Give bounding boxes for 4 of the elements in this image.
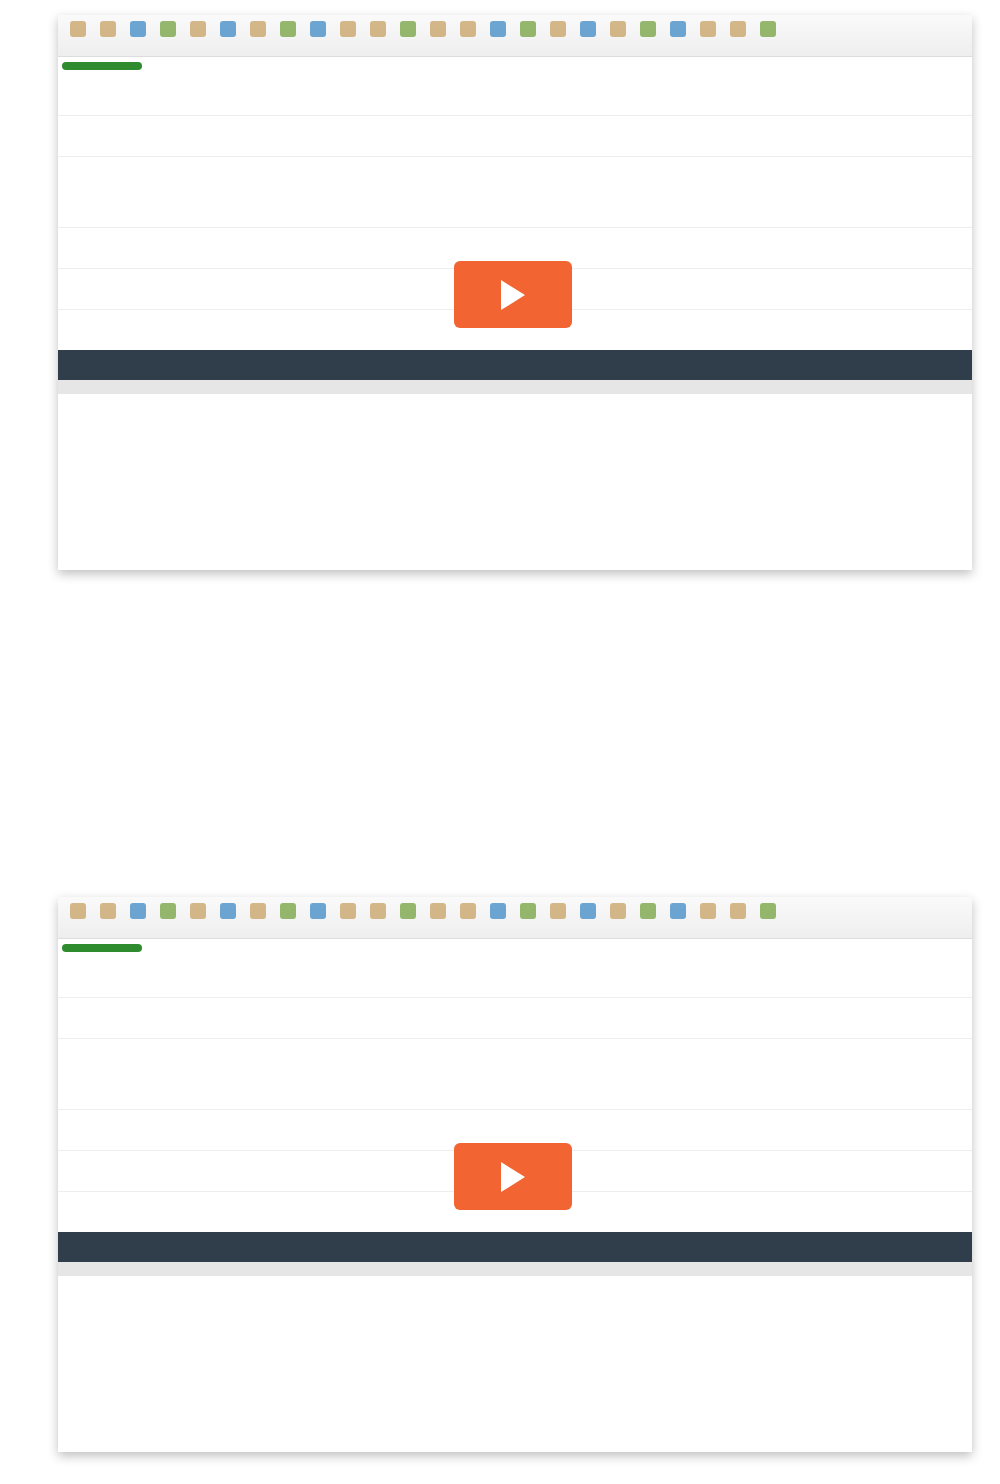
play-icon — [501, 279, 525, 310]
play-button[interactable] — [454, 261, 572, 328]
play-icon — [501, 1161, 525, 1192]
play-button[interactable] — [454, 1143, 572, 1210]
